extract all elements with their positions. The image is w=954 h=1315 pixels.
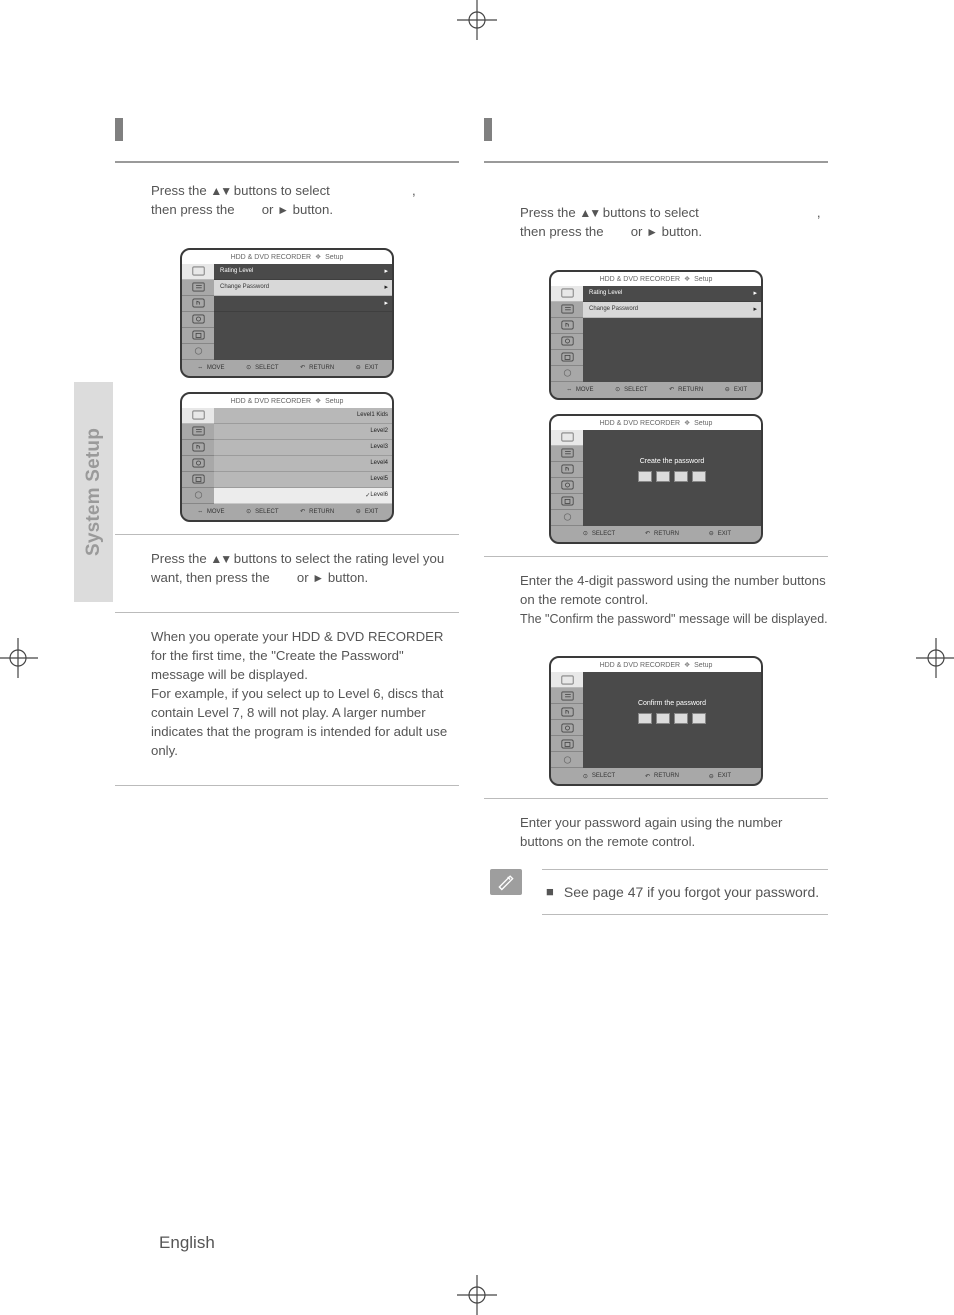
password-digit-box — [638, 471, 652, 482]
left-column: Rating Level 3 Press the ▲▼ buttons to s… — [115, 118, 459, 800]
osd-rating-levels: HDD & DVD RECORDER ❖ Setup Level1 Kids L… — [180, 392, 394, 522]
right-column: Change Password 3 Press the ▲▼ buttons t… — [484, 118, 828, 915]
osd-content: Create the password — [583, 430, 761, 526]
chapter-tab: System Setup — [74, 382, 113, 602]
osd-message: Create the password — [640, 458, 705, 465]
password-digit-box — [656, 713, 670, 724]
osd-footer: ⇔MOVE ⊙SELECT ↶RETURN ⊖EXIT — [182, 360, 392, 376]
up-down-arrows: ▲▼ — [210, 551, 230, 568]
section-rule — [484, 161, 828, 163]
step-3-right: 3 Press the ▲▼ buttons to select Change … — [484, 203, 828, 256]
up-down-arrows: ▲▼ — [210, 183, 230, 200]
step-number: 3 — [484, 203, 510, 242]
step-body: Enter the 4-digit password using the num… — [520, 571, 828, 628]
page: System Setup Rating Level 3 Press the ▲▼… — [0, 0, 954, 1315]
step-3-left: 3 Press the ▲▼ buttons to select Rating … — [115, 181, 459, 234]
step-rule — [115, 534, 459, 535]
step-4-right: 4 Enter the 4-digit password using the n… — [484, 571, 828, 642]
osd-message: Confirm the password — [638, 700, 706, 707]
step-rule — [115, 612, 459, 613]
osd-footer: ⊙SELECT ↶RETURN ⊖EXIT — [551, 526, 761, 542]
up-down-arrows: ▲▼ — [579, 205, 599, 222]
osd-title: HDD & DVD RECORDER ❖ Setup — [551, 658, 761, 672]
bullet-icon: ■ — [546, 884, 554, 899]
right-arrow: ► — [277, 202, 289, 219]
osd-side-icons — [551, 672, 583, 768]
note-icon — [490, 869, 522, 895]
osd-side-icons — [182, 264, 214, 360]
note-row: NOTE ■ See page 47 if you forgot your pa… — [484, 869, 828, 915]
step-5-right: 5 Enter your password again using the nu… — [484, 813, 828, 865]
osd-create-password: HDD & DVD RECORDER ❖ Setup Create the pa… — [549, 414, 763, 544]
osd-side-icons — [551, 430, 583, 526]
page-footer: 44 - English — [118, 1232, 215, 1253]
osd-confirm-password: HDD & DVD RECORDER ❖ Setup Confirm the p… — [549, 656, 763, 786]
password-digit-box — [674, 713, 688, 724]
osd-footer: ⇔MOVE ⊙SELECT ↶RETURN ⊖EXIT — [182, 504, 392, 520]
osd-content: Level1 Kids Level2 Level3 Level4 Level5 … — [214, 408, 392, 504]
osd-content: Rating Level▸ Change Password▸ — [583, 286, 761, 382]
osd-footer: ⊙SELECT ↶RETURN ⊖EXIT — [551, 768, 761, 784]
osd-setup-rating: HDD & DVD RECORDER ❖ Setup Rating Level▸… — [180, 248, 394, 378]
chapter-tab-label: System Setup — [83, 428, 105, 556]
osd-content: Confirm the password — [583, 672, 761, 768]
osd-title: HDD & DVD RECORDER ❖ Setup — [551, 272, 761, 286]
step-number: 4 — [115, 549, 141, 588]
password-digit-box — [656, 471, 670, 482]
section-heading-rating: Rating Level — [115, 118, 459, 141]
osd-title: HDD & DVD RECORDER ❖ Setup — [182, 394, 392, 408]
note-box: ■ See page 47 if you forgot your passwor… — [542, 869, 828, 915]
step-number: 5 — [484, 813, 510, 851]
osd-side-icons — [182, 408, 214, 504]
password-digit-box — [692, 713, 706, 724]
explain-body: When you operate your HDD & DVD RECORDER… — [151, 627, 459, 761]
osd-setup-password: HDD & DVD RECORDER ❖ Setup Rating Level▸… — [549, 270, 763, 400]
page-language: English — [159, 1233, 215, 1253]
right-arrow: ► — [646, 224, 658, 241]
note-label: NOTE — [484, 899, 528, 911]
step-body: Press the ▲▼ buttons to select Change Pa… — [520, 203, 828, 242]
osd-title: HDD & DVD RECORDER ❖ Setup — [182, 250, 392, 264]
step-rule — [115, 785, 459, 786]
note-text: See page 47 if you forgot your password. — [564, 884, 819, 900]
page-number: 44 - — [118, 1232, 149, 1253]
osd-content: Rating Level▸ Change Password▸ ▸ — [214, 264, 392, 360]
osd-title: HDD & DVD RECORDER ❖ Setup — [551, 416, 761, 430]
password-digit-box — [692, 471, 706, 482]
step-4-left: 4 Press the ▲▼ buttons to select the rat… — [115, 549, 459, 602]
explain-left: When you operate your HDD & DVD RECORDER… — [115, 627, 459, 775]
osd-footer: ⇔MOVE ⊙SELECT ↶RETURN ⊖EXIT — [551, 382, 761, 398]
section-rule — [115, 161, 459, 163]
step-body: Press the ▲▼ buttons to select Rating Le… — [151, 181, 459, 220]
right-arrow: ► — [312, 570, 324, 587]
step-body: Enter your password again using the numb… — [520, 813, 828, 851]
password-digit-box — [638, 713, 652, 724]
osd-side-icons — [551, 286, 583, 382]
section-heading-password: Change Password — [484, 118, 828, 141]
step-rule — [484, 556, 828, 557]
password-digit-box — [674, 471, 688, 482]
step-body: Press the ▲▼ buttons to select the ratin… — [151, 549, 459, 588]
step-rule — [484, 798, 828, 799]
step-number: 4 — [484, 571, 510, 628]
step-number: 3 — [115, 181, 141, 220]
